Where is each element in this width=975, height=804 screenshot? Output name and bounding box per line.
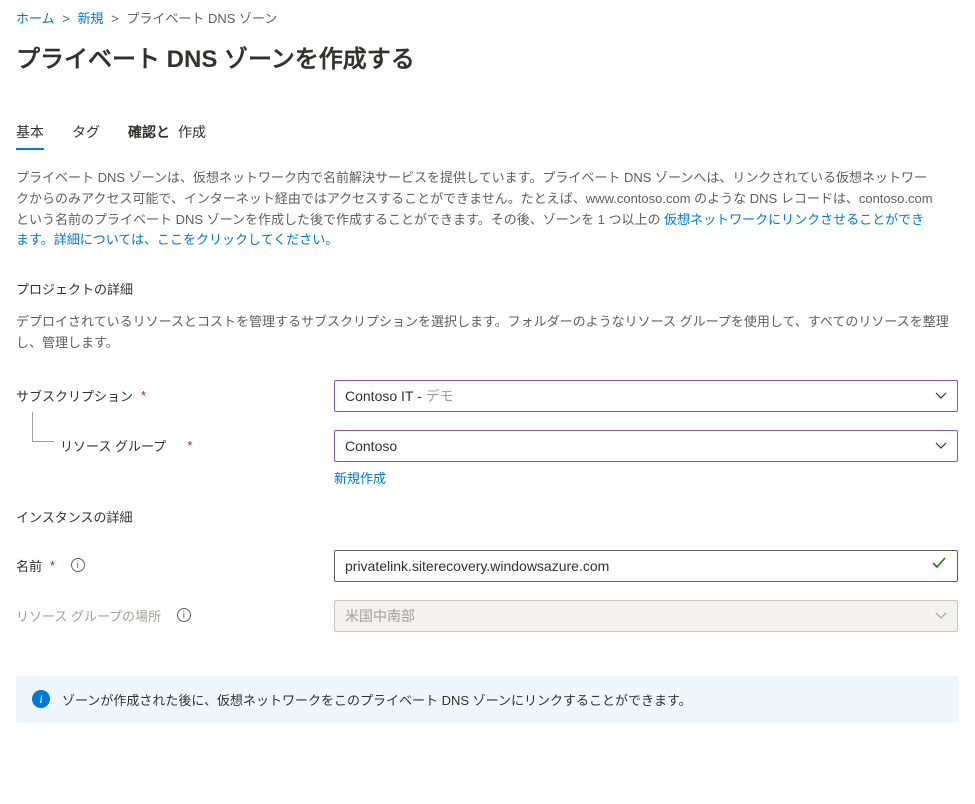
resource-group-select[interactable]: Contoso: [334, 430, 958, 462]
info-icon[interactable]: i: [177, 608, 191, 622]
required-icon: *: [50, 558, 55, 573]
required-icon: *: [141, 388, 146, 403]
info-icon[interactable]: i: [71, 558, 85, 572]
info-banner-text: ゾーンが作成された後に、仮想ネットワークをこのプライベート DNS ゾーンにリン…: [62, 690, 692, 709]
create-new-link[interactable]: 新規作成: [334, 468, 386, 487]
tree-connector-icon: [32, 412, 54, 442]
info-banner: i ゾーンが作成された後に、仮想ネットワークをこのプライベート DNS ゾーンに…: [16, 676, 959, 723]
tab-create[interactable]: 作成: [178, 122, 206, 150]
breadcrumb-new[interactable]: 新規: [77, 11, 103, 26]
breadcrumb-current: プライベート DNS ゾーン: [126, 11, 277, 26]
chevron-down-icon: [935, 610, 947, 622]
chevron-down-icon: [935, 440, 947, 452]
subscription-label: サブスクリプション*: [16, 380, 334, 405]
tab-review[interactable]: 確認と: [128, 122, 170, 150]
description-text: プライベート DNS ゾーンは、仮想ネットワーク内で名前解決サービスを提供してい…: [16, 168, 936, 251]
project-details-desc: デプロイされているリソースとコストを管理するサブスクリプションを選択します。フォ…: [16, 312, 959, 354]
breadcrumb-home[interactable]: ホーム: [16, 11, 55, 26]
checkmark-icon: [931, 555, 947, 576]
name-input[interactable]: [345, 558, 931, 574]
breadcrumb: ホーム > 新規 > プライベート DNS ゾーン: [16, 8, 959, 27]
tab-tags[interactable]: タグ: [72, 122, 100, 150]
tab-basic[interactable]: 基本: [16, 122, 44, 150]
chevron-down-icon: [935, 390, 947, 402]
tabs: 基本 タグ 確認と 作成: [16, 122, 959, 150]
project-details-title: プロジェクトの詳細: [16, 279, 959, 298]
subscription-select[interactable]: Contoso IT - デモ: [334, 380, 958, 412]
info-icon: i: [32, 690, 50, 708]
name-label: 名前 * i: [16, 550, 334, 575]
name-input-wrapper: [334, 550, 958, 582]
resource-group-label: リソース グループ *: [16, 430, 334, 455]
location-label: リソース グループの場所 i: [16, 600, 334, 625]
instance-details-title: インスタンスの詳細: [16, 507, 959, 526]
location-select: 米国中南部: [334, 600, 958, 632]
chevron-right-icon: >: [111, 11, 119, 26]
page-title: プライベート DNS ゾーンを作成する: [16, 39, 959, 74]
chevron-right-icon: >: [62, 11, 70, 26]
required-icon: *: [187, 438, 192, 453]
